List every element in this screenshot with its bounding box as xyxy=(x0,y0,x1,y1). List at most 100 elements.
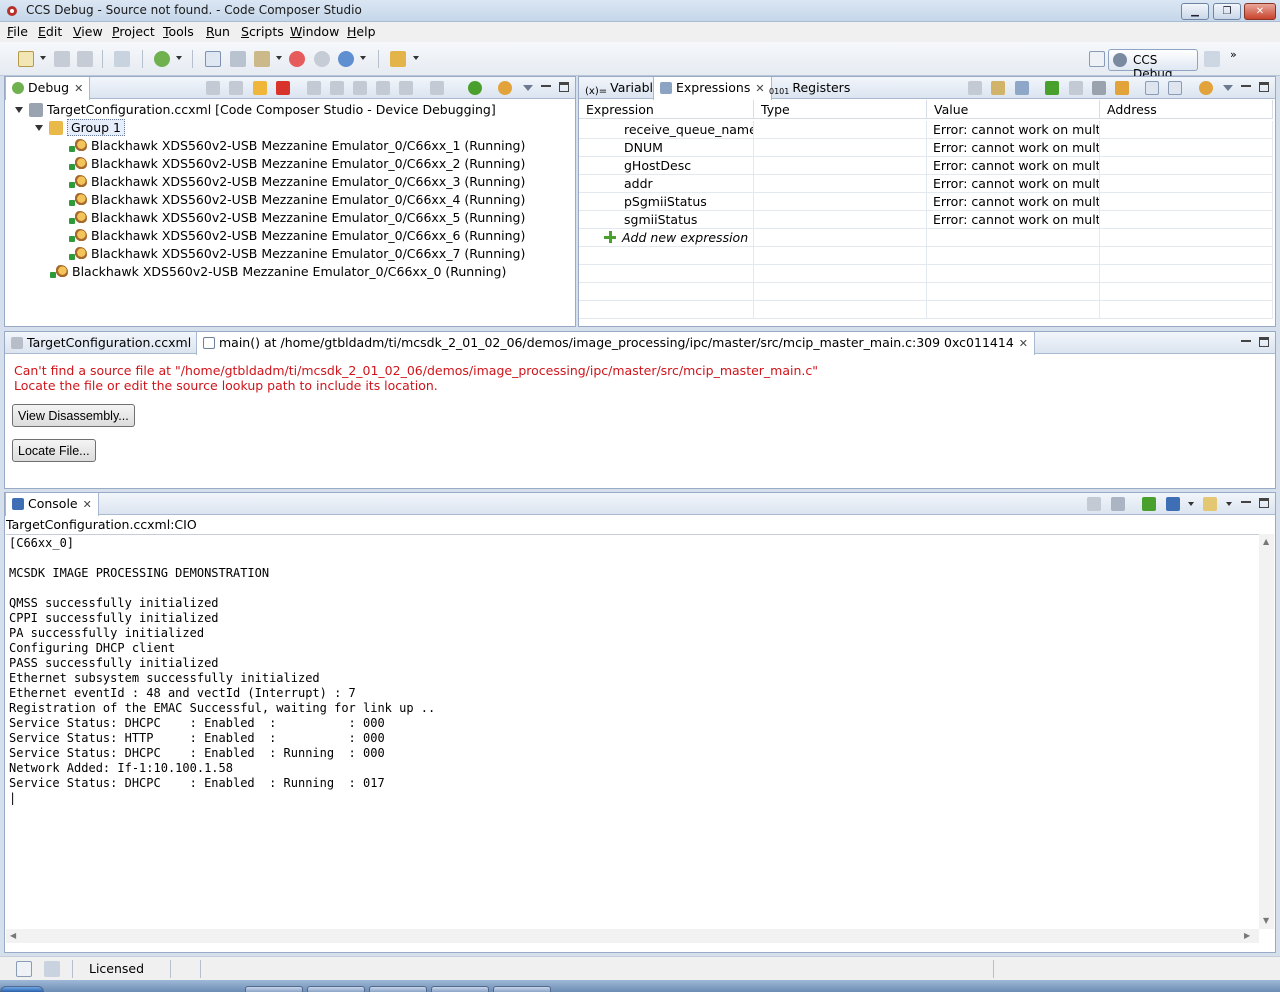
console-vertical-scrollbar[interactable]: ▲ ▼ xyxy=(1259,534,1274,929)
taskbar-button[interactable] xyxy=(307,986,365,992)
ccs-debug-perspective-button[interactable]: CCS Debug xyxy=(1108,49,1198,81)
tree-item-target-config[interactable]: TargetConfiguration.ccxml [Code Composer… xyxy=(15,102,496,120)
close-tab-icon[interactable]: ✕ xyxy=(1019,337,1028,350)
clear-console-icon[interactable] xyxy=(1087,497,1101,511)
menu-file[interactable]: File xyxy=(7,24,28,39)
minimize-button[interactable]: ▁ xyxy=(1181,3,1209,20)
new-icon[interactable] xyxy=(18,51,34,67)
view-menu-icon[interactable] xyxy=(523,85,533,91)
column-header-expression[interactable]: Expression xyxy=(579,100,754,119)
resume-icon[interactable] xyxy=(229,81,243,95)
minimize-view-icon[interactable] xyxy=(1241,82,1251,92)
open-perspective-icon[interactable] xyxy=(1089,51,1105,67)
remove-expression-icon[interactable] xyxy=(1069,81,1083,95)
save-icon[interactable] xyxy=(54,51,70,67)
reset-icon[interactable] xyxy=(430,81,444,95)
tab-target-configuration[interactable]: TargetConfiguration.ccxml xyxy=(5,332,197,354)
table-row[interactable]: pSgmiiStatus Error: cannot work on multi… xyxy=(579,193,1273,211)
menu-run[interactable]: Run xyxy=(206,24,230,39)
close-tab-icon[interactable]: ✕ xyxy=(83,498,92,511)
other-perspective-icon[interactable] xyxy=(1204,51,1220,67)
table-row[interactable]: sgmiiStatus Error: cannot work on multip… xyxy=(579,211,1273,229)
collapse-all-icon[interactable] xyxy=(968,81,982,95)
tree-item-core[interactable]: Blackhawk XDS560v2-USB Mezzanine Emulato… xyxy=(69,246,525,264)
maximize-view-icon[interactable] xyxy=(1259,82,1269,92)
scroll-up-arrow-icon[interactable]: ▲ xyxy=(1263,537,1269,546)
maximize-button[interactable]: ❐ xyxy=(1213,3,1241,20)
maximize-editor-icon[interactable] xyxy=(1259,337,1269,347)
scroll-lock-icon[interactable] xyxy=(1111,497,1125,511)
add-new-expression[interactable]: Add new expression xyxy=(579,229,754,247)
tab-console[interactable]: Console ✕ xyxy=(5,493,99,516)
debug-bug-icon[interactable] xyxy=(154,51,170,67)
external-tools-icon[interactable] xyxy=(390,51,406,67)
table-row[interactable]: receive_queue_name Error: cannot work on… xyxy=(579,121,1273,139)
connect-target-icon[interactable] xyxy=(205,51,221,67)
load-dropdown-arrow[interactable] xyxy=(276,56,282,60)
tree-item-core[interactable]: Blackhawk XDS560v2-USB Mezzanine Emulato… xyxy=(69,192,525,210)
tree-item-core[interactable]: Blackhawk XDS560v2-USB Mezzanine Emulato… xyxy=(69,138,525,156)
menu-help[interactable]: Help xyxy=(347,24,376,39)
tab-registers[interactable]: 0101 Registers xyxy=(763,77,856,99)
taskbar-button[interactable] xyxy=(431,986,489,992)
restart-icon[interactable] xyxy=(468,81,482,95)
assembly-step-into-icon[interactable] xyxy=(376,81,390,95)
tree-item-group[interactable]: Group 1 xyxy=(35,119,125,138)
expand-arrow-icon[interactable] xyxy=(35,125,43,131)
close-window-button[interactable]: ✕ xyxy=(1244,3,1276,20)
debug-dropdown-arrow[interactable] xyxy=(176,56,182,60)
tab-debug[interactable]: Debug ✕ xyxy=(5,77,91,100)
suspend-icon[interactable] xyxy=(253,81,267,95)
step-into-icon[interactable] xyxy=(307,81,321,95)
tab-source-not-found[interactable]: main() at /home/gtbldadm/ti/mcsdk_2_01_0… xyxy=(196,332,1035,355)
table-row[interactable]: DNUM Error: cannot work on multipl... xyxy=(579,139,1273,157)
table-row[interactable]: gHostDesc Error: cannot work on multipl.… xyxy=(579,157,1273,175)
tree-item-core[interactable]: Blackhawk XDS560v2-USB Mezzanine Emulato… xyxy=(69,228,525,246)
step-over-icon[interactable] xyxy=(330,81,344,95)
tree-item-core0[interactable]: Blackhawk XDS560v2-USB Mezzanine Emulato… xyxy=(50,264,506,282)
refresh-icon[interactable] xyxy=(1115,81,1129,95)
console-horizontal-scrollbar[interactable]: ◀ ▶ xyxy=(6,929,1259,943)
add-expression-icon[interactable] xyxy=(1045,81,1059,95)
console-output[interactable]: [C66xx_0] MCSDK IMAGE PROCESSING DEMONST… xyxy=(6,534,1259,929)
scroll-down-arrow-icon[interactable]: ▼ xyxy=(1263,916,1269,925)
load-program-icon[interactable] xyxy=(254,51,270,67)
maximize-console-icon[interactable] xyxy=(1259,498,1269,508)
remove-terminated-icon[interactable] xyxy=(206,81,220,95)
step-return-icon[interactable] xyxy=(353,81,367,95)
config-dropdown-arrow[interactable] xyxy=(360,56,366,60)
new-dropdown-arrow[interactable] xyxy=(40,56,46,60)
open-console-icon[interactable] xyxy=(1203,497,1217,511)
start-button[interactable] xyxy=(0,986,44,992)
terminate-icon[interactable] xyxy=(276,81,290,95)
taskbar-button[interactable] xyxy=(369,986,427,992)
taskbar-button[interactable] xyxy=(493,986,551,992)
minimize-view-icon[interactable] xyxy=(541,82,551,92)
tab-expressions[interactable]: Expressions ✕ xyxy=(653,77,772,100)
fast-view-icon[interactable] xyxy=(16,961,32,977)
table-row[interactable]: addr Error: cannot work on multipl... xyxy=(579,175,1273,193)
print-icon[interactable] xyxy=(114,51,130,67)
menu-window[interactable]: Window xyxy=(290,24,339,39)
menu-tools[interactable]: Tools xyxy=(163,24,194,39)
sync-group-icon[interactable] xyxy=(498,81,512,95)
column-header-address[interactable]: Address xyxy=(1100,100,1273,119)
menu-view[interactable]: View xyxy=(73,24,103,39)
add-new-expression-row[interactable]: Add new expression xyxy=(579,229,1273,247)
column-header-value[interactable]: Value xyxy=(927,100,1100,119)
locate-file-button[interactable]: Locate File... xyxy=(12,439,96,462)
pin-view-icon[interactable] xyxy=(1168,81,1182,95)
scroll-left-arrow-icon[interactable]: ◀ xyxy=(10,931,16,940)
display-console-icon[interactable] xyxy=(1166,497,1180,511)
show-type-names-icon[interactable] xyxy=(991,81,1005,95)
disconnect-icon[interactable] xyxy=(230,51,246,67)
view-menu-icon[interactable] xyxy=(1223,85,1233,91)
target-config-icon[interactable] xyxy=(338,51,354,67)
collapse-icon[interactable] xyxy=(1015,81,1029,95)
remove-breakpoints-icon[interactable] xyxy=(289,51,305,67)
taskbar-button[interactable] xyxy=(245,986,303,992)
more-perspectives-chevron-icon[interactable]: » xyxy=(1230,48,1237,61)
maximize-view-icon[interactable] xyxy=(559,82,569,92)
external-tools-dropdown-arrow[interactable] xyxy=(413,56,419,60)
tree-item-core[interactable]: Blackhawk XDS560v2-USB Mezzanine Emulato… xyxy=(69,210,525,228)
